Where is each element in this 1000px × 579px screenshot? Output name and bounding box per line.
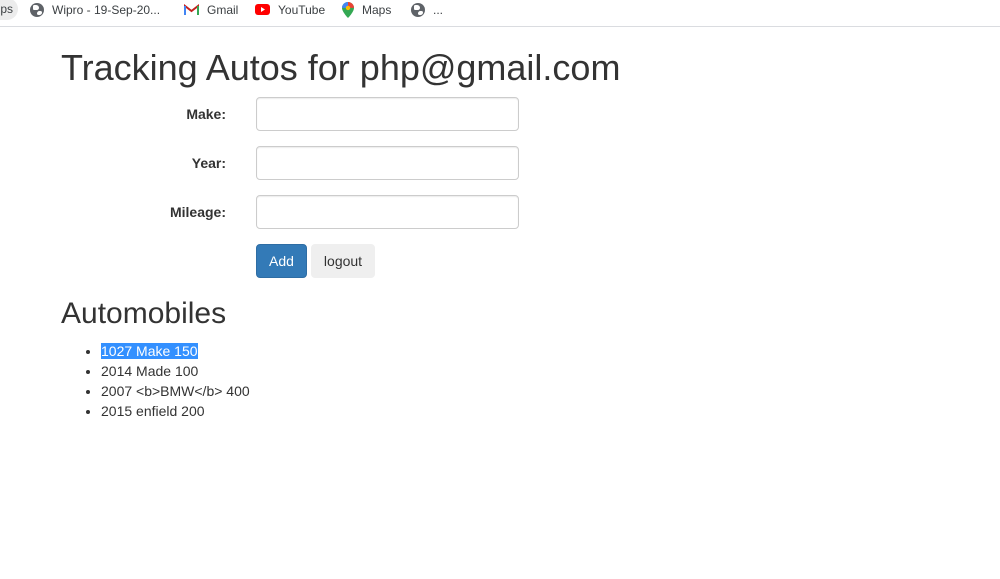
make-label: Make: xyxy=(186,106,226,122)
bookmark-maps[interactable]: Maps xyxy=(342,0,391,19)
bookmark-gmail[interactable]: Gmail xyxy=(184,0,238,19)
make-input[interactable] xyxy=(256,97,519,131)
bookmark-label: Wipro - 19-Sep-20... xyxy=(52,2,161,17)
mileage-row: Mileage: xyxy=(0,195,600,229)
logout-button[interactable]: logout xyxy=(311,244,375,278)
apps-shortcut[interactable]: ps xyxy=(0,0,18,20)
list-item: 2014 Made 100 xyxy=(101,361,250,381)
bookmark-label: YouTube xyxy=(278,2,326,17)
year-row: Year: xyxy=(0,146,600,180)
bookmarks-bar: ps Wipro - 19-Sep-20... Gmail YouTube Ma… xyxy=(0,0,1000,27)
bookmark-label: Maps xyxy=(362,2,392,17)
bookmark-label: Gmail xyxy=(207,2,239,17)
list-item: 2015 enfield 200 xyxy=(101,401,250,421)
list-item: 1027 Make 150 xyxy=(101,341,250,361)
make-row: Make: xyxy=(0,97,600,131)
list-item: 2007 <b>BMW</b> 400 xyxy=(101,381,250,401)
gmail-icon xyxy=(184,3,199,16)
bookmark-wipro[interactable]: Wipro - 19-Sep-20... xyxy=(30,0,160,19)
youtube-icon xyxy=(255,4,270,15)
globe-icon xyxy=(411,2,425,17)
bookmark-youtube[interactable]: YouTube xyxy=(255,0,325,19)
automobile-entry: 1027 Make 150 xyxy=(101,343,198,359)
bookmark-label: ... xyxy=(433,2,444,17)
automobiles-list: 1027 Make 150 2014 Made 100 2007 <b>BMW<… xyxy=(61,341,250,421)
add-button[interactable]: Add xyxy=(256,244,307,278)
apps-label: ps xyxy=(0,2,13,16)
page-title: Tracking Autos for php@gmail.com xyxy=(61,47,621,88)
automobiles-heading: Automobiles xyxy=(61,297,227,330)
automobile-entry: 2015 enfield 200 xyxy=(101,403,205,419)
automobile-entry: 2014 Made 100 xyxy=(101,363,199,379)
mileage-label: Mileage: xyxy=(169,204,226,220)
mileage-input[interactable] xyxy=(256,195,519,229)
bookmark-more[interactable]: ... xyxy=(411,0,443,19)
year-input[interactable] xyxy=(256,146,519,180)
maps-icon xyxy=(342,1,354,18)
year-label: Year: xyxy=(191,155,226,171)
automobile-entry: 2007 <b>BMW</b> 400 xyxy=(101,383,250,399)
globe-icon xyxy=(30,2,44,17)
